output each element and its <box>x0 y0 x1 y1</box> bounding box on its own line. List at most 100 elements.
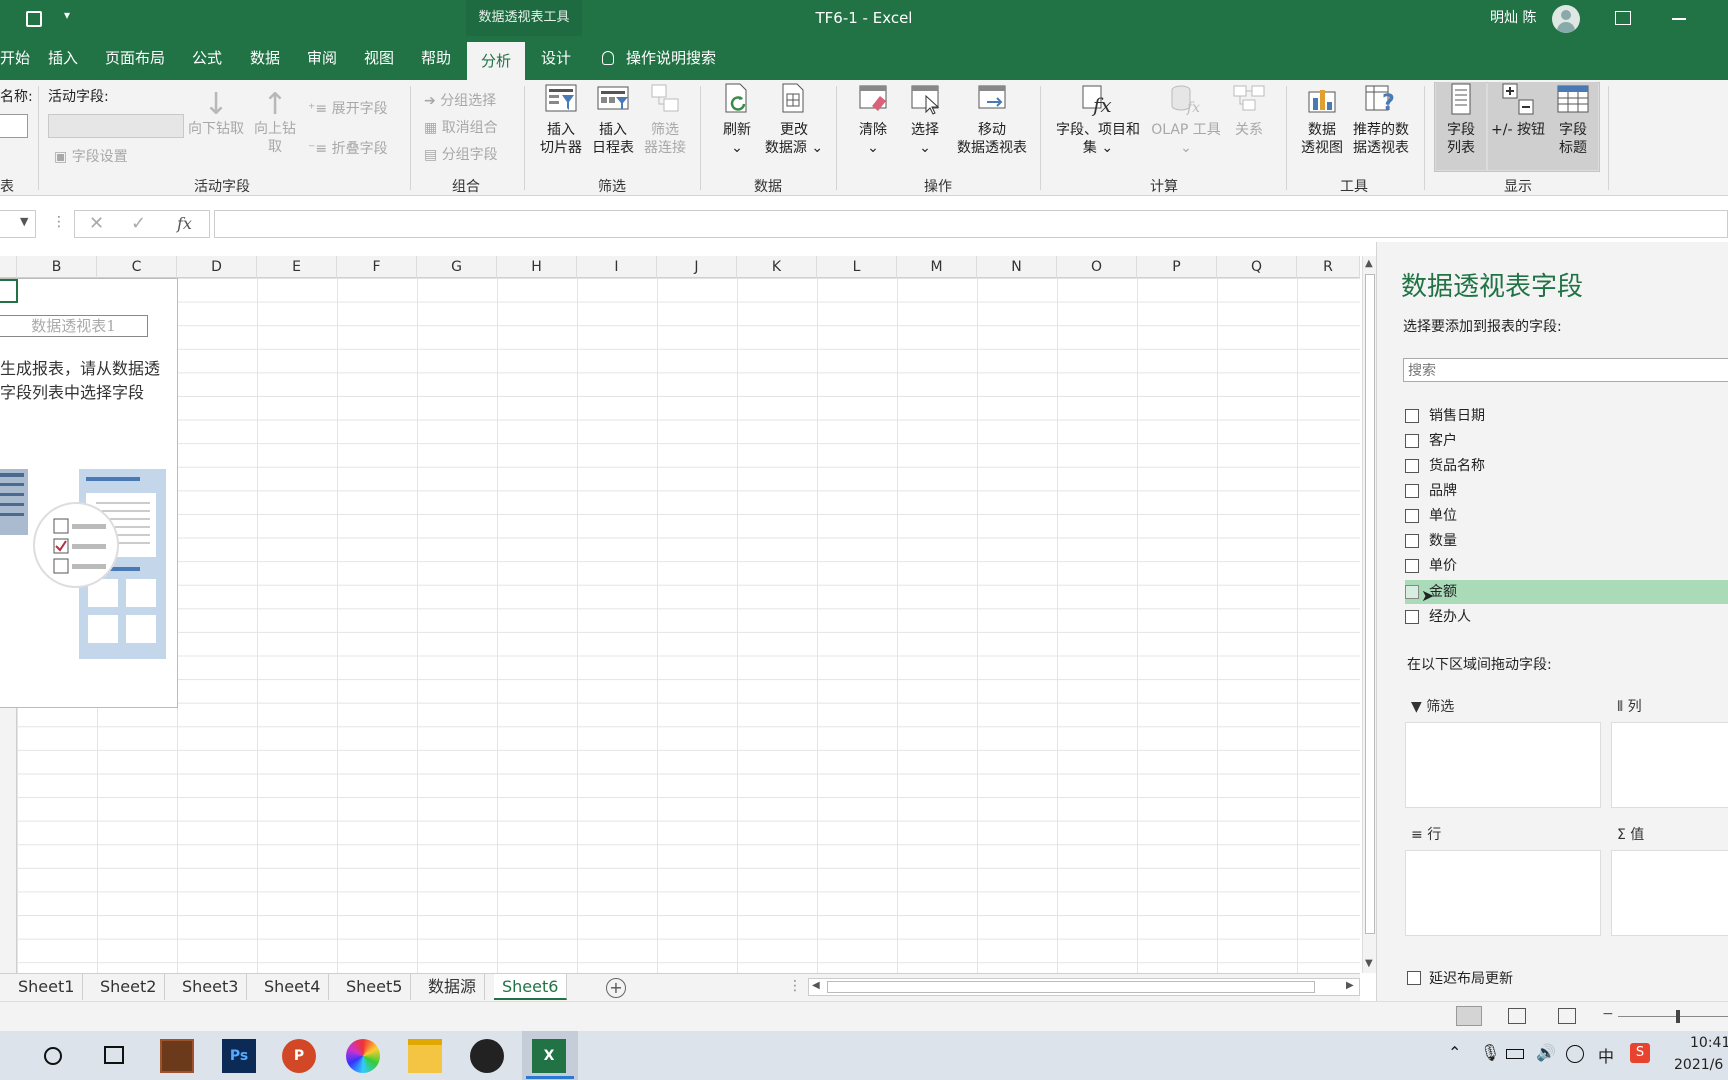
name-box[interactable]: ▼ <box>0 210 36 238</box>
powerpoint-icon[interactable]: P <box>282 1039 316 1073</box>
field-item-highlighted[interactable]: 金额 ➤ <box>1405 580 1728 605</box>
selected-cell[interactable] <box>0 279 18 303</box>
tab-insert[interactable]: 插入 <box>38 36 88 80</box>
column-header[interactable]: D <box>177 256 257 278</box>
field-checkbox[interactable] <box>1405 409 1419 423</box>
sheet-tab[interactable]: Sheet4 <box>256 974 330 1000</box>
cancel-icon[interactable]: ✕ <box>89 213 104 234</box>
field-item[interactable]: 品牌 <box>1405 479 1728 503</box>
defer-update-option[interactable]: 延迟布局更新 <box>1407 968 1513 988</box>
field-checkbox[interactable] <box>1405 484 1419 498</box>
worksheet-grid[interactable] <box>0 278 1360 973</box>
column-header[interactable]: Q <box>1217 256 1297 278</box>
field-checkbox[interactable] <box>1405 459 1419 473</box>
column-header[interactable]: P <box>1137 256 1217 278</box>
normal-view-icon[interactable] <box>1456 1006 1482 1026</box>
active-field-input[interactable] <box>48 114 184 138</box>
field-search-input[interactable] <box>1403 358 1728 382</box>
defer-update-checkbox[interactable] <box>1407 971 1421 985</box>
tab-review[interactable]: 审阅 <box>297 36 347 80</box>
battery-icon[interactable] <box>1506 1049 1524 1059</box>
globe-icon[interactable] <box>1566 1045 1584 1063</box>
save-icon[interactable] <box>26 11 42 27</box>
page-break-view-icon[interactable] <box>1558 1008 1576 1024</box>
scroll-down-icon[interactable]: ▼ <box>1365 958 1373 969</box>
field-checkbox[interactable] <box>1405 434 1419 448</box>
filter-connections-button[interactable]: 筛选 器连接 <box>640 82 690 157</box>
ungroup-button[interactable]: ▦ 取消组合 <box>424 117 498 137</box>
tab-design[interactable]: 设计 <box>531 36 581 80</box>
field-settings-button[interactable]: ▣ 字段设置 <box>54 146 128 166</box>
relationships-button[interactable]: 关系 <box>1226 82 1272 139</box>
speaker-icon[interactable]: 🔊 <box>1536 1043 1556 1062</box>
field-item[interactable]: 单位 <box>1405 504 1728 528</box>
field-checkbox[interactable] <box>1405 509 1419 523</box>
pivot-placeholder[interactable]: 数据透视表1 生成报表，请从数据透 字段列表中选择字段 <box>0 278 178 708</box>
vertical-scrollbar[interactable]: ▲ ▼ <box>1362 256 1376 973</box>
excel-icon[interactable]: X <box>532 1039 566 1073</box>
formula-input[interactable] <box>214 210 1728 238</box>
column-header[interactable]: E <box>257 256 337 278</box>
field-item[interactable]: 客户 <box>1405 429 1728 453</box>
column-header-a[interactable] <box>0 256 17 278</box>
app-icon-game[interactable] <box>160 1039 194 1073</box>
tab-analyze[interactable]: 分析 <box>467 42 525 80</box>
columns-drop-area[interactable] <box>1611 722 1728 808</box>
zoom-slider[interactable] <box>1618 1016 1728 1017</box>
column-header[interactable]: F <box>337 256 417 278</box>
column-header[interactable]: H <box>497 256 577 278</box>
column-header[interactable]: J <box>657 256 737 278</box>
column-header[interactable]: O <box>1057 256 1137 278</box>
tab-data[interactable]: 数据 <box>240 36 290 80</box>
values-drop-area[interactable] <box>1611 850 1728 936</box>
collapse-field-button[interactable]: ⁻≡ 折叠字段 <box>308 138 388 158</box>
column-header[interactable]: R <box>1297 256 1360 278</box>
group-selection-button[interactable]: ➔ 分组选择 <box>424 90 496 110</box>
enter-icon[interactable]: ✓ <box>131 213 146 234</box>
color-wheel-icon[interactable] <box>346 1039 380 1073</box>
wps-icon[interactable]: S <box>1630 1043 1650 1063</box>
group-field-button[interactable]: ▤ 分组字段 <box>424 144 498 164</box>
tell-me-box[interactable]: 操作说明搜索 <box>602 36 716 80</box>
ime-indicator[interactable]: 中 <box>1598 1043 1614 1067</box>
column-header[interactable]: N <box>977 256 1057 278</box>
column-header[interactable]: K <box>737 256 817 278</box>
column-header[interactable]: G <box>417 256 497 278</box>
field-headers-toggle[interactable]: 字段 标题 <box>1548 82 1598 170</box>
expand-field-button[interactable]: ⁺≡ 展开字段 <box>308 98 388 118</box>
pivot-name-input[interactable] <box>0 114 28 138</box>
field-checkbox[interactable] <box>1405 610 1419 624</box>
customize-qat-icon[interactable]: ▾ <box>64 8 70 22</box>
name-box-dropdown-icon[interactable]: ▼ <box>20 215 28 228</box>
change-data-source-button[interactable]: 更改 数据源 ⌄ <box>762 82 826 157</box>
select-button[interactable]: 选择 ⌄ <box>900 82 950 157</box>
microphone-icon[interactable]: 🎙 <box>1480 1043 1500 1062</box>
drill-up-button[interactable]: ↑ 向上钻取 <box>250 90 300 156</box>
scroll-up-icon[interactable]: ▲ <box>1365 258 1373 269</box>
field-item[interactable]: 单价 <box>1405 554 1728 578</box>
drill-down-button[interactable]: ↓ 向下钻取 <box>186 90 246 138</box>
column-header[interactable]: C <box>97 256 177 278</box>
scroll-right-icon[interactable]: ▶ <box>1346 980 1354 991</box>
sheet-tab[interactable]: Sheet2 <box>92 974 166 1000</box>
search-circle-icon[interactable] <box>44 1047 62 1065</box>
move-pivot-button[interactable]: 移动 数据透视表 <box>952 82 1032 157</box>
field-item[interactable]: 经办人 <box>1405 605 1728 629</box>
sheet-tab[interactable]: Sheet3 <box>174 974 248 1000</box>
field-checkbox[interactable] <box>1405 559 1419 573</box>
field-item[interactable]: 货品名称 <box>1405 454 1728 478</box>
photoshop-icon[interactable]: Ps <box>222 1039 256 1073</box>
rows-drop-area[interactable] <box>1405 850 1601 936</box>
h-scroll-thumb[interactable] <box>827 981 1315 993</box>
insert-function-icon[interactable]: fx <box>177 214 192 233</box>
ribbon-display-options-icon[interactable] <box>1615 11 1631 25</box>
clock-date[interactable]: 2021/6 <box>1674 1057 1723 1073</box>
plus-minus-buttons-toggle[interactable]: +/- 按钮 <box>1488 82 1548 170</box>
sheet-tab[interactable]: Sheet1 <box>10 974 84 1000</box>
page-layout-view-icon[interactable] <box>1508 1008 1526 1024</box>
tab-help[interactable]: 帮助 <box>411 36 461 80</box>
column-header[interactable]: B <box>17 256 97 278</box>
filter-drop-area[interactable] <box>1405 722 1601 808</box>
add-sheet-icon[interactable]: + <box>606 978 626 998</box>
tab-view[interactable]: 视图 <box>354 36 404 80</box>
